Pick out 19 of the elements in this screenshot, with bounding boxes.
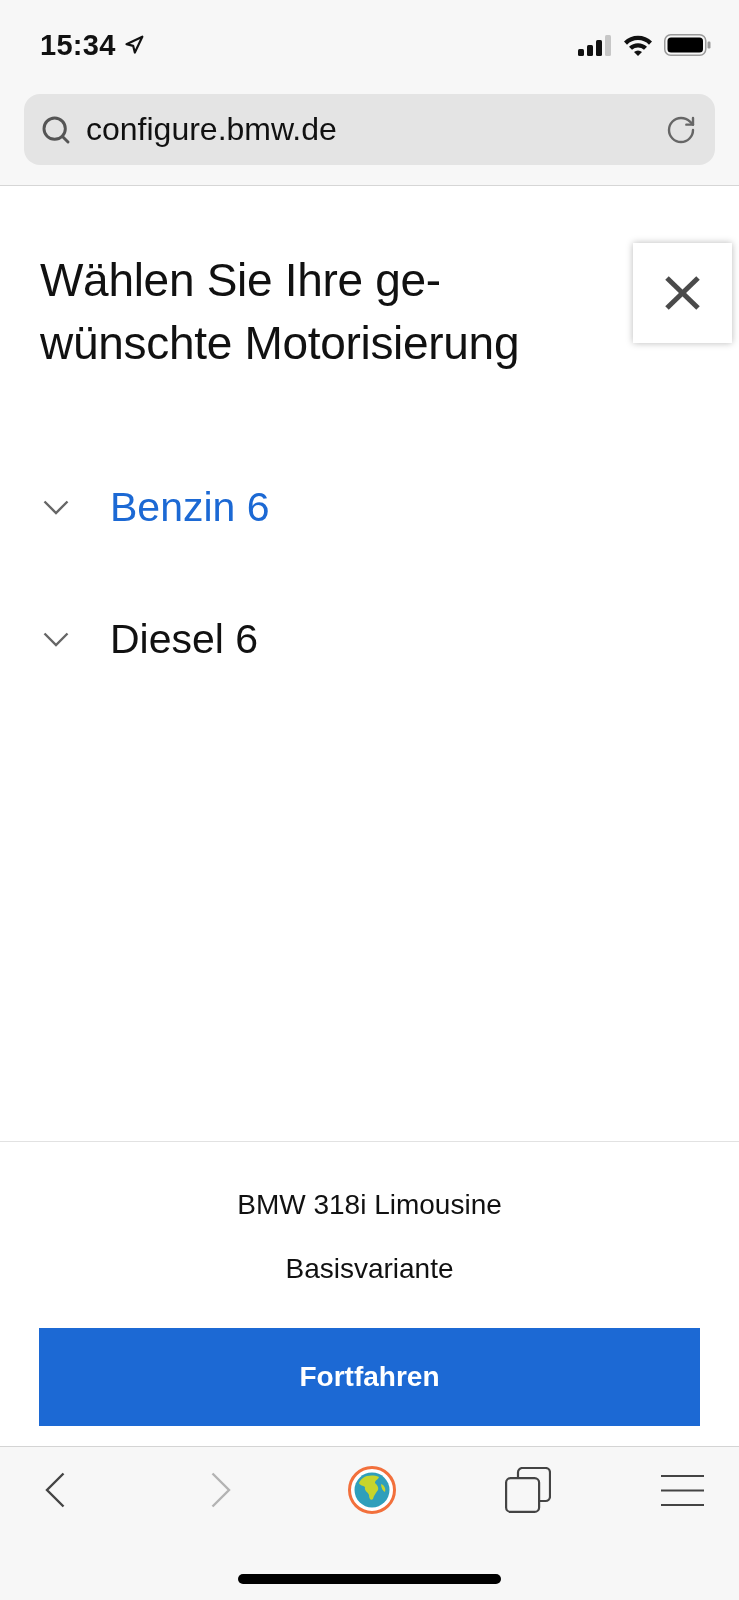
status-time: 15:34 (40, 28, 116, 62)
accordion-header[interactable]: Benzin 6 (43, 467, 270, 547)
continue-button[interactable]: Fortfahren (39, 1328, 700, 1426)
location-arrow-icon (123, 35, 144, 55)
close-button[interactable] (633, 243, 732, 343)
accordion-header[interactable]: Diesel 6 (43, 599, 259, 679)
menu-icon[interactable] (661, 1474, 704, 1506)
url-text: configure.bmw.de (86, 111, 338, 148)
battery-icon (664, 34, 711, 56)
model-name: BMW 318i Limousine (237, 1188, 502, 1222)
tabs-icon[interactable] (505, 1467, 551, 1513)
address-bar[interactable]: configure.bmw.de (24, 94, 715, 165)
close-icon (665, 276, 700, 310)
dialog-title: Wählen Sie Ihre ge- wünschte Motorisierung (40, 253, 520, 371)
variant-name: Basisvariante (285, 1252, 454, 1286)
back-icon[interactable] (45, 1472, 65, 1508)
signal-icon (578, 34, 612, 56)
globe-icon[interactable] (348, 1466, 396, 1514)
wifi-icon (623, 34, 653, 56)
